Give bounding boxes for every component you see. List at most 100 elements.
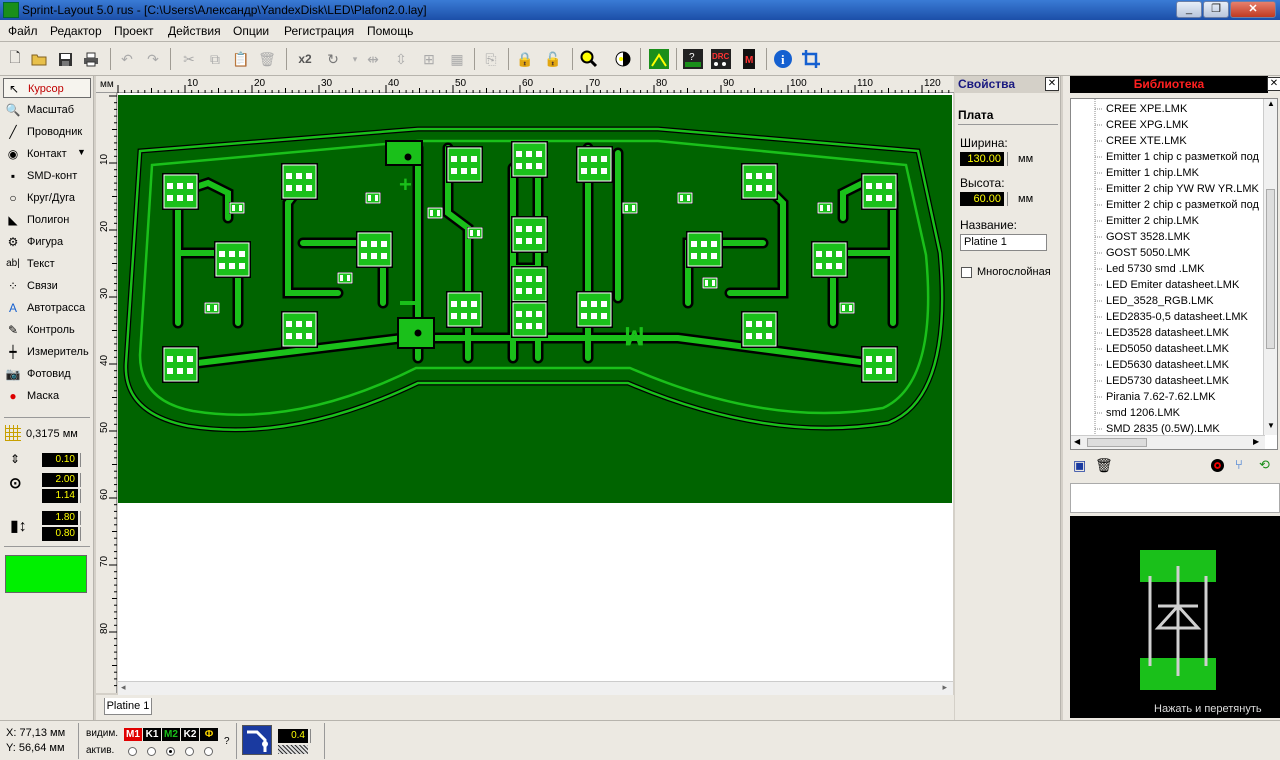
menu-actions[interactable]: Действия (168, 24, 221, 38)
library-item[interactable]: LED2835-0,5 datasheet.LMK (1106, 309, 1248, 325)
refresh-icon[interactable]: ⟲ (1259, 457, 1270, 473)
tool-mask[interactable]: ● Маска (3, 386, 91, 406)
library-hscrollbar[interactable]: ◀ ▶ (1071, 435, 1265, 449)
library-item[interactable]: Pirania 7.62-7.62.LMK (1106, 389, 1215, 405)
open-folder-icon[interactable] (28, 48, 50, 70)
library-item[interactable]: LED Emiter datasheet.LMK (1106, 277, 1239, 293)
tool-smd-pad[interactable]: ▪ SMD-конт (3, 166, 91, 186)
layer-color-swatch[interactable] (5, 555, 87, 593)
macro-icon[interactable]: M (738, 48, 760, 70)
cut-icon[interactable]: ✂ (178, 48, 200, 70)
library-item[interactable]: Emitter 1 chip с разметкой под (1106, 149, 1259, 165)
active-m2-radio[interactable] (166, 747, 175, 756)
copy-icon[interactable]: ⧉ (204, 48, 226, 70)
lock-icon[interactable]: 🔒 (514, 48, 536, 70)
library-hscroll-thumb[interactable] (1087, 438, 1147, 447)
tool-autoroute[interactable]: A Автотрасса (3, 298, 91, 318)
smd-width-spinner[interactable] (80, 511, 86, 525)
library-save-icon[interactable]: ▣ (1073, 457, 1086, 474)
undo-icon[interactable]: ↶ (116, 48, 138, 70)
active-f-radio[interactable] (204, 747, 213, 756)
pad-menu-icon[interactable]: ▼ (77, 147, 86, 157)
info-icon[interactable]: i (772, 48, 794, 70)
library-item[interactable]: Emitter 2 chip.LMK (1106, 213, 1199, 229)
drc-icon[interactable]: DRC (710, 48, 732, 70)
tool-measure[interactable]: ┿ Измеритель (3, 342, 91, 362)
pad-inner-spinner[interactable] (80, 489, 86, 503)
rotate-icon[interactable]: ↻ (322, 48, 344, 70)
save-icon[interactable] (54, 48, 76, 70)
grid-size[interactable]: 0,3175 мм (26, 428, 78, 440)
multilayer-checkbox[interactable] (961, 267, 972, 278)
board-width-input[interactable]: 130.00 (960, 152, 1004, 166)
pad-outer-value[interactable]: 2.00 (42, 473, 78, 487)
library-item[interactable]: GOST 5050.LMK (1106, 245, 1190, 261)
tool-track[interactable]: ╱ Проводник (3, 122, 91, 142)
board-width-spinner[interactable] (1007, 152, 1013, 166)
menu-help[interactable]: Помощь (367, 24, 413, 38)
tab-platine-1[interactable]: Platine 1 (104, 698, 152, 715)
board-height-input[interactable]: 60.00 (960, 192, 1004, 206)
hscroll-right-icon[interactable]: ▶ (1253, 437, 1259, 446)
connection-mode-icon[interactable] (242, 725, 272, 755)
tool-test[interactable]: ✎ Контроль (3, 320, 91, 340)
hscroll-left-icon[interactable]: ◀ (1074, 437, 1080, 446)
smd-height-spinner[interactable] (80, 527, 86, 541)
library-item[interactable]: CREE XPE.LMK (1106, 101, 1187, 117)
layer-m1[interactable]: M1 (124, 728, 142, 741)
active-m1-radio[interactable] (128, 747, 137, 756)
board-height-spinner[interactable] (1007, 192, 1013, 206)
pad-outer-spinner[interactable] (80, 473, 86, 487)
print-icon[interactable] (80, 48, 102, 70)
grid-icon[interactable] (5, 425, 21, 441)
library-list[interactable]: CREE XPE.LMK CREE XPG.LMK CREE XTE.LMK Emit… (1070, 98, 1278, 450)
crop-icon[interactable] (800, 48, 822, 70)
close-button[interactable]: ✕ (1230, 1, 1276, 18)
paste-icon[interactable]: 📋 (230, 48, 252, 70)
active-k2-radio[interactable] (185, 747, 194, 756)
library-item[interactable]: CREE XTE.LMK (1106, 133, 1187, 149)
info-question-icon[interactable]: ? (682, 48, 704, 70)
mirror-v-icon[interactable]: ⇳ (390, 48, 412, 70)
smd-height-value[interactable]: 0.80 (42, 527, 78, 541)
library-vscrollbar[interactable]: ▲ ▼ (1263, 99, 1277, 435)
component-icon[interactable]: ⎘ (480, 48, 502, 70)
restore-button[interactable]: ❐ (1203, 1, 1229, 18)
pad-inner-value[interactable]: 1.14 (42, 489, 78, 503)
pcb-canvas[interactable]: + ꟽ (118, 93, 953, 681)
library-item[interactable]: LED5730 datasheet.LMK (1106, 373, 1229, 389)
menu-project[interactable]: Проект (114, 24, 154, 38)
scroll-right-icon[interactable]: ▸ (942, 682, 947, 693)
layer-m2[interactable]: M2 (162, 728, 180, 741)
library-item[interactable]: Emitter 2 chip YW RW YR.LMK (1106, 181, 1259, 197)
library-item[interactable]: LED5050 datasheet.LMK (1106, 341, 1229, 357)
library-item[interactable]: LED3528 datasheet.LMK (1106, 325, 1229, 341)
contrast-icon[interactable] (612, 48, 634, 70)
delete-icon[interactable]: 🗑 (256, 48, 278, 70)
library-delete-icon[interactable]: 🗑 (1095, 457, 1113, 474)
smd-width-value[interactable]: 1.80 (42, 511, 78, 525)
tool-cursor[interactable]: ↖ Курсор (3, 78, 91, 98)
track-width-spinner[interactable] (80, 453, 86, 467)
autoroute-check-icon[interactable] (648, 48, 670, 70)
library-close-icon[interactable]: ✕ (1267, 77, 1280, 91)
track-width-status[interactable]: 0.4 (278, 729, 308, 743)
menu-options[interactable]: Опции (233, 24, 269, 38)
tool-shape[interactable]: ⚙ Фигура (3, 232, 91, 252)
align-icon[interactable]: ⊞ (418, 48, 440, 70)
library-search-field[interactable] (1070, 483, 1280, 513)
library-scroll-thumb[interactable] (1266, 189, 1275, 349)
tool-polygon[interactable]: ◣ Полигон (3, 210, 91, 230)
library-item[interactable]: LED5630 datasheet.LMK (1106, 357, 1229, 373)
tool-connections[interactable]: ⁘ Связи (3, 276, 91, 296)
properties-close-icon[interactable]: ✕ (1045, 77, 1059, 91)
scroll-up-icon[interactable]: ▲ (1267, 99, 1275, 108)
record-icon[interactable] (1211, 459, 1224, 472)
mirror-h-icon[interactable]: ⇹ (362, 48, 384, 70)
tool-circle[interactable]: ○ Круг/Дуга (3, 188, 91, 208)
layers-help[interactable]: ? (224, 736, 230, 747)
minimize-button[interactable]: _ (1176, 1, 1202, 18)
zoom-icon[interactable] (578, 48, 600, 70)
library-item[interactable]: GOST 3528.LMK (1106, 229, 1190, 245)
tool-text[interactable]: ab| Текст (3, 254, 91, 274)
